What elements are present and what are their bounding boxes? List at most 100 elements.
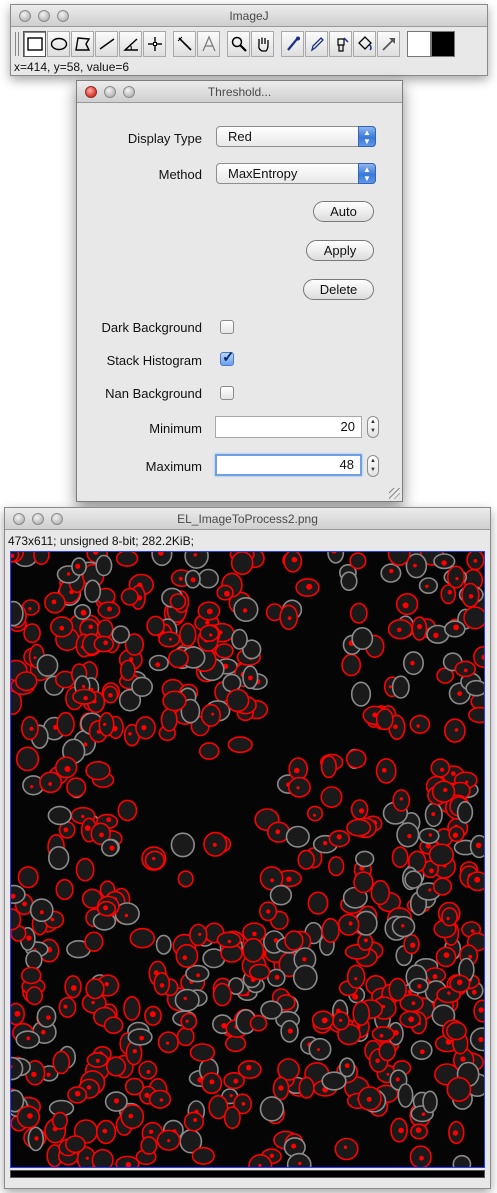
text-tool[interactable] xyxy=(197,31,220,57)
cell-outline xyxy=(306,805,324,822)
cell-nucleus xyxy=(169,637,172,641)
cell-outline xyxy=(337,913,360,936)
threshold-titlebar[interactable]: Threshold... xyxy=(77,81,402,103)
cell-nucleus xyxy=(233,1078,239,1084)
cell-nucleus xyxy=(64,766,71,772)
display-type-select[interactable]: Red ▲ ▼ xyxy=(216,126,376,147)
image-canvas[interactable] xyxy=(10,551,485,1168)
cell-nucleus xyxy=(75,563,81,569)
cell-outline xyxy=(58,996,77,1018)
zoom-button[interactable] xyxy=(51,513,63,525)
polygon-tool[interactable] xyxy=(71,31,94,57)
cell-outline xyxy=(391,846,409,869)
minimize-button[interactable] xyxy=(38,10,50,22)
popup-arrows-icon: ▲ ▼ xyxy=(358,163,376,184)
oval-tool[interactable] xyxy=(47,31,70,57)
line-tool[interactable] xyxy=(95,31,118,57)
cell-nucleus xyxy=(248,675,253,681)
cell-outline xyxy=(191,1146,215,1165)
magnifier-tool[interactable] xyxy=(227,31,250,57)
nan-background-checkbox[interactable] xyxy=(220,386,234,400)
cell-nucleus xyxy=(167,1139,171,1143)
close-button[interactable] xyxy=(13,513,25,525)
maximum-stepper[interactable]: ▲ ▼ xyxy=(367,455,379,477)
apply-button[interactable]: Apply xyxy=(306,240,374,261)
delete-button[interactable]: Delete xyxy=(303,279,374,300)
cell-nucleus xyxy=(106,817,112,823)
cell-nucleus xyxy=(229,1094,233,1098)
cell-outline xyxy=(441,907,458,927)
brush-tool[interactable] xyxy=(329,31,352,57)
arrow-tool[interactable] xyxy=(377,31,400,57)
angle-tool[interactable] xyxy=(119,31,142,57)
cell-outline xyxy=(227,736,253,754)
cell-nucleus xyxy=(26,935,32,941)
cell-outline xyxy=(33,552,50,565)
cell-nucleus xyxy=(428,888,432,892)
image-scrollbar[interactable] xyxy=(10,1170,485,1178)
cell-outline xyxy=(214,643,234,659)
cell-outline xyxy=(226,688,250,713)
cell-nucleus xyxy=(278,1085,284,1091)
cell-nucleus xyxy=(302,957,307,962)
image-titlebar[interactable]: EL_ImageToProcess2.png xyxy=(5,508,490,530)
minimize-button[interactable] xyxy=(32,513,44,525)
cell-nucleus xyxy=(88,624,93,630)
pencil-icon xyxy=(310,37,324,52)
cell-nucleus xyxy=(209,1079,215,1085)
cell-nucleus xyxy=(209,633,213,637)
stack-histogram-checkbox[interactable]: ✓ xyxy=(220,349,235,366)
minimum-field[interactable]: 20 xyxy=(215,416,362,438)
imagej-titlebar[interactable]: ImageJ xyxy=(11,5,487,27)
zoom-button[interactable] xyxy=(57,10,69,22)
flood-fill-tool[interactable] xyxy=(353,31,376,57)
point-tool[interactable] xyxy=(143,31,166,57)
cell-outline xyxy=(320,755,338,779)
magnifier-icon xyxy=(231,36,247,52)
cell-nucleus xyxy=(81,684,86,688)
cell-outline xyxy=(96,619,114,639)
minimize-button[interactable] xyxy=(104,86,116,98)
cell-nucleus xyxy=(30,785,34,789)
cell-nucleus xyxy=(152,856,156,861)
cell-nucleus xyxy=(470,929,475,933)
cell-nucleus xyxy=(344,1063,350,1069)
cell-nucleus xyxy=(359,808,365,814)
cell-nucleus xyxy=(443,952,450,958)
cell-nucleus xyxy=(269,1153,275,1158)
resize-grip-icon[interactable] xyxy=(389,488,400,499)
cell-outline xyxy=(56,711,75,737)
cell-nucleus xyxy=(14,1010,21,1017)
maximum-field[interactable]: 48 xyxy=(215,454,362,476)
close-button[interactable] xyxy=(85,86,97,98)
cell-nucleus xyxy=(242,608,248,613)
zoom-button[interactable] xyxy=(123,86,135,98)
cell-outline xyxy=(175,943,199,968)
cell-outline xyxy=(20,966,42,985)
wand-tool[interactable] xyxy=(173,31,196,57)
cell-nucleus xyxy=(323,841,328,846)
cell-nucleus xyxy=(46,1072,51,1077)
foreground-color-swatch[interactable] xyxy=(407,31,431,57)
color-picker-tool[interactable] xyxy=(281,31,304,57)
rectangle-tool[interactable] xyxy=(23,31,46,57)
cell-nucleus xyxy=(452,1130,459,1136)
cell-outline xyxy=(75,857,95,882)
close-button[interactable] xyxy=(19,10,31,22)
dark-background-checkbox[interactable] xyxy=(220,320,234,334)
cell-nucleus xyxy=(85,1156,89,1160)
method-label: Method xyxy=(158,167,202,182)
cell-nucleus xyxy=(336,834,342,840)
cell-nucleus xyxy=(41,1029,46,1035)
cell-nucleus xyxy=(224,590,230,597)
cell-outline xyxy=(85,978,105,1000)
cell-outline xyxy=(468,706,484,724)
background-color-swatch[interactable] xyxy=(431,31,455,57)
method-select[interactable]: MaxEntropy ▲ ▼ xyxy=(216,163,376,184)
auto-button[interactable]: Auto xyxy=(313,201,374,222)
pencil-tool[interactable] xyxy=(305,31,328,57)
minimum-stepper[interactable]: ▲ ▼ xyxy=(367,416,379,438)
cell-nucleus xyxy=(408,1016,415,1023)
scroll-tool[interactable] xyxy=(251,31,274,57)
cell-outline xyxy=(48,845,70,870)
